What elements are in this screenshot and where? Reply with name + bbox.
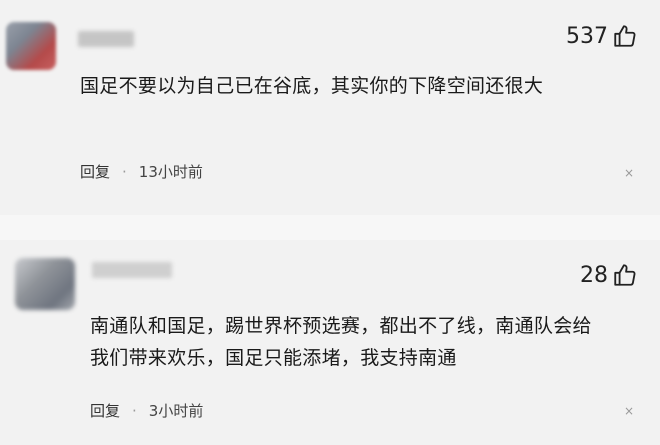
close-icon[interactable]: × (624, 404, 634, 418)
reply-button[interactable]: 回复 (90, 400, 120, 421)
username-blurred[interactable] (92, 262, 172, 278)
comment-meta: 回复 · 3小时前 (90, 400, 203, 421)
separator-dot: · (132, 401, 137, 420)
comment-text: 南通队和国足，踢世界杯预选赛，都出不了线，南通队会给我们带来欢乐，国足只能添堵，… (90, 315, 592, 369)
timestamp: 3小时前 (148, 402, 204, 420)
avatar[interactable] (15, 258, 75, 310)
comment-card: 28 南通队和国足，踢世界杯预选赛，都出不了线，南通队会给我们带来欢乐，国足只能… (0, 0, 660, 445)
like-count: 28 (580, 262, 608, 288)
like-button[interactable]: 28 (580, 262, 638, 288)
thumbs-up-icon (614, 264, 636, 286)
